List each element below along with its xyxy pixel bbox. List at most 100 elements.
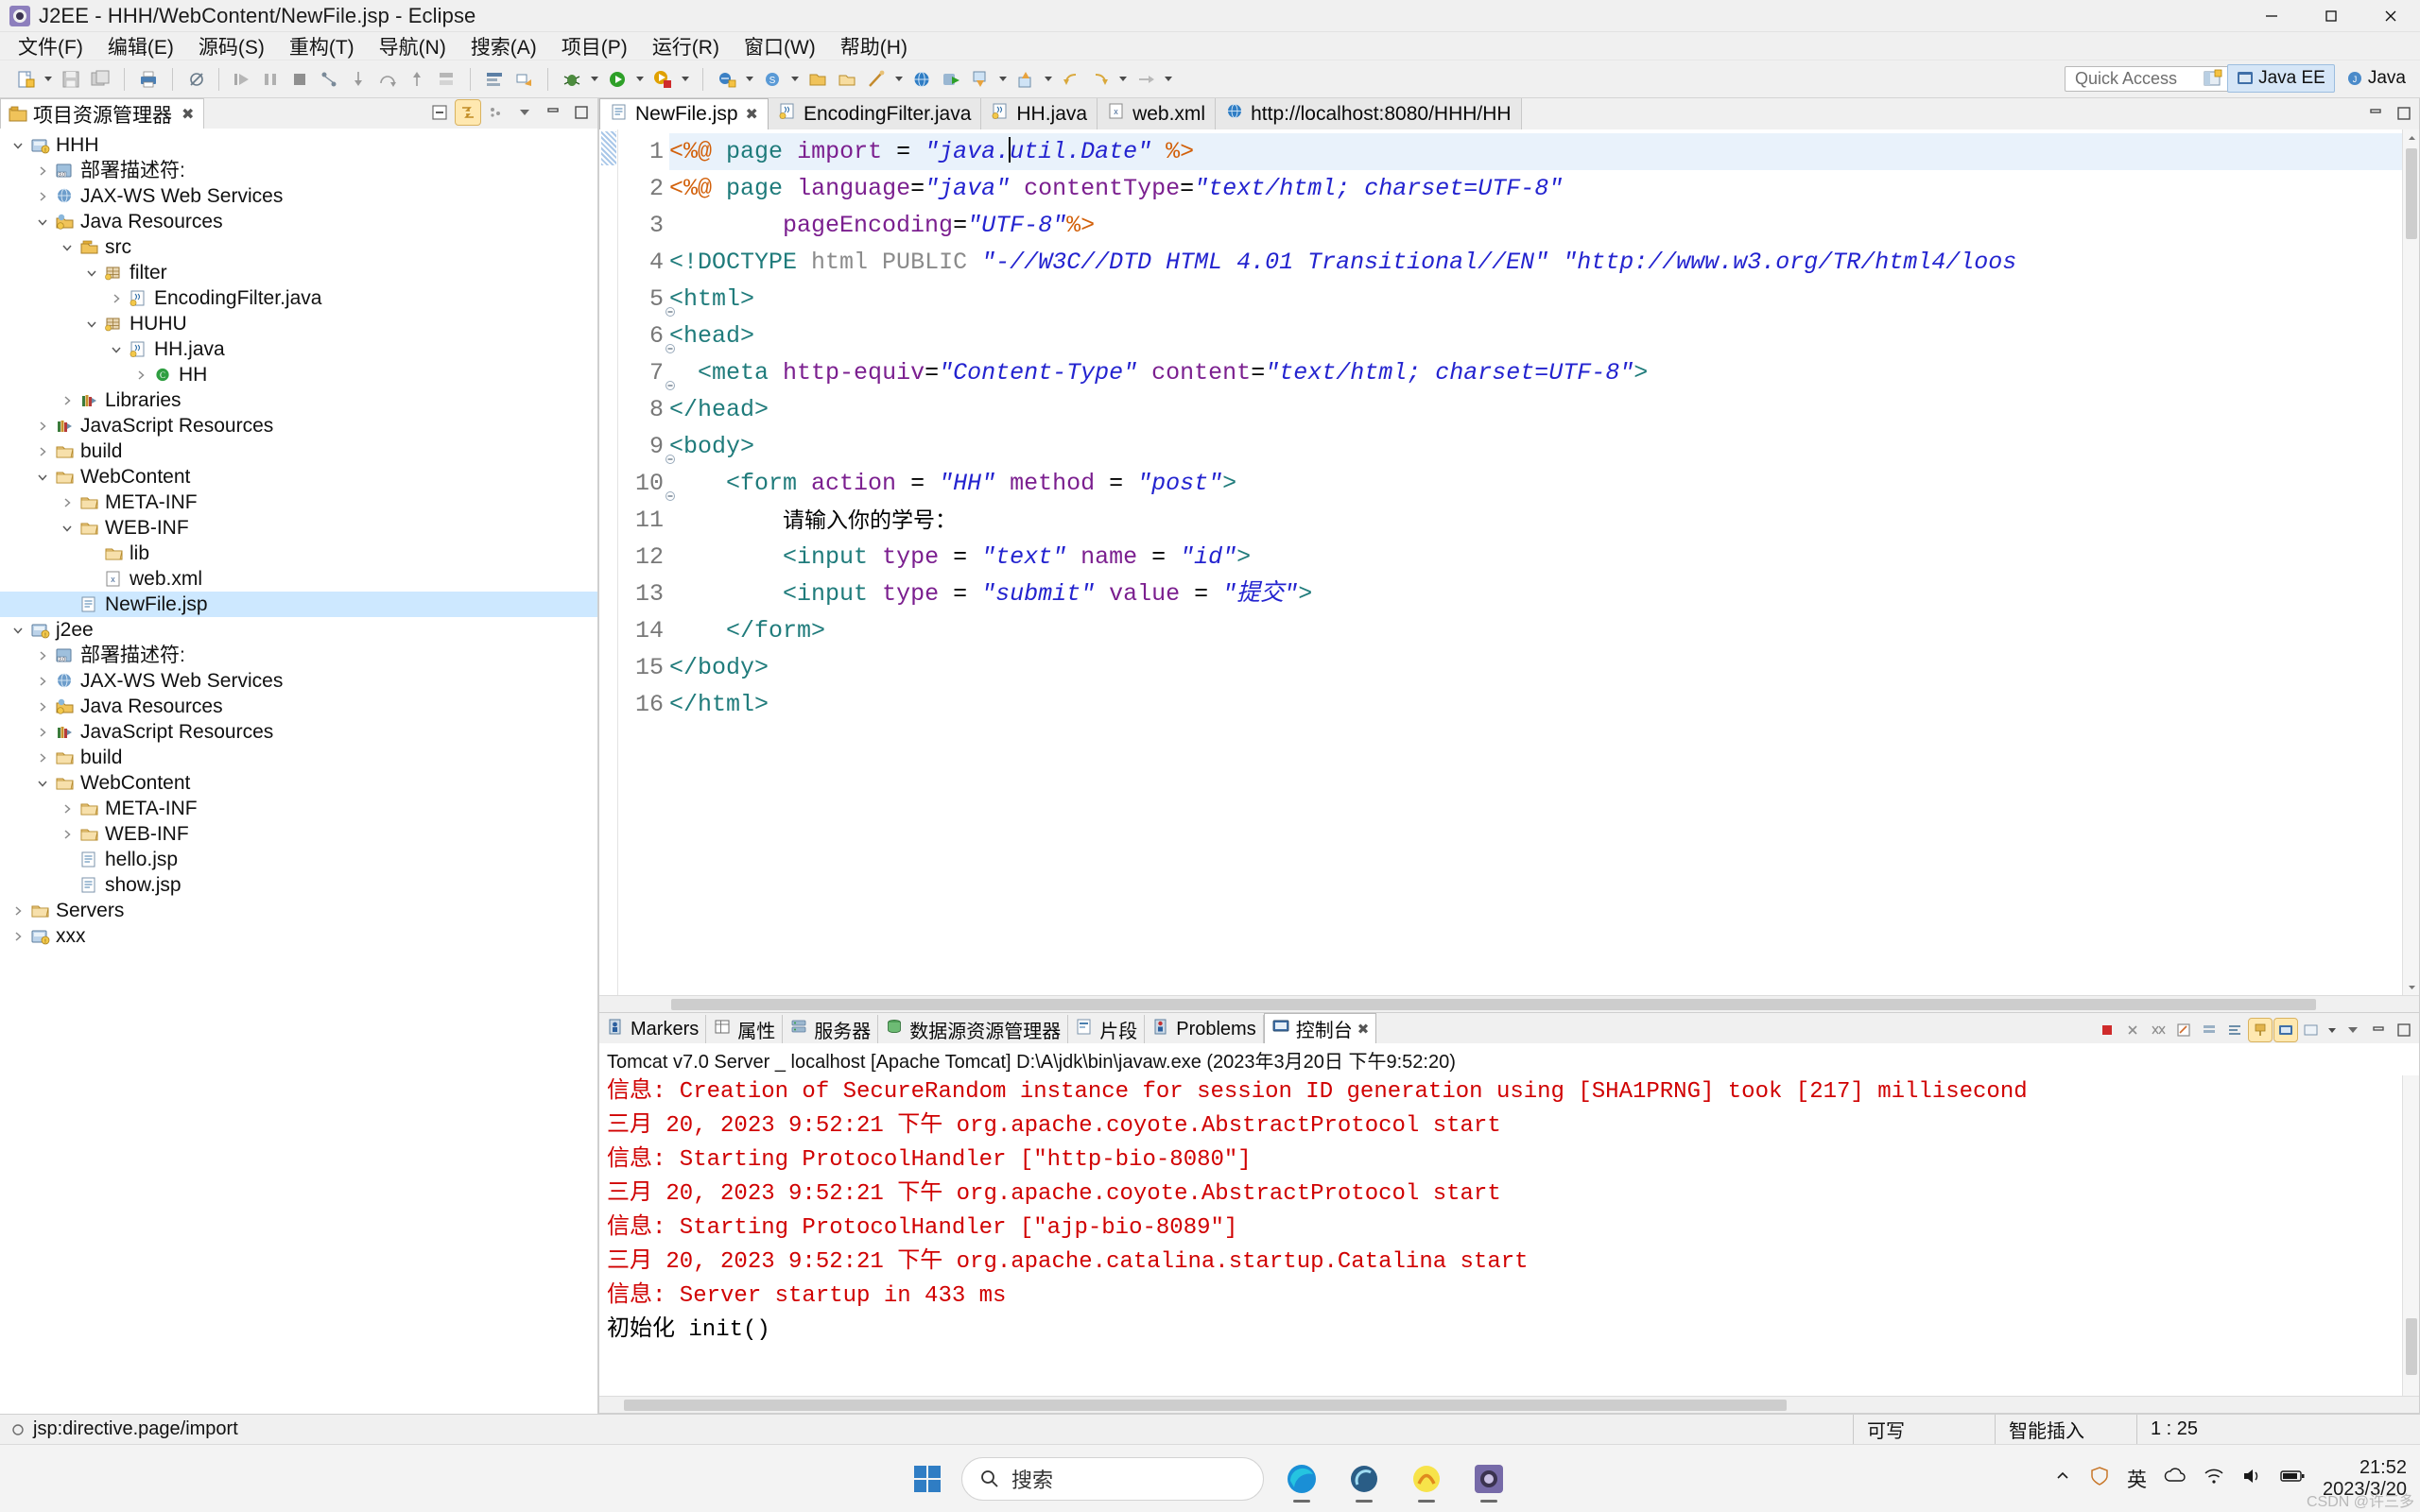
twisty-icon[interactable] bbox=[57, 237, 78, 258]
perspective-java-ee[interactable]: Java EE bbox=[2227, 64, 2335, 93]
tree-item[interactable]: Servers bbox=[0, 898, 597, 923]
editor-tab-bar[interactable]: NewFile.jsp ✖ EncodingFilter.java HH.java x w… bbox=[599, 98, 2419, 129]
code-line[interactable]: <%@ page import = "java.util.Date" %> bbox=[669, 133, 2402, 170]
perspective-java[interactable]: J Java bbox=[2338, 64, 2414, 93]
minimize-view-icon[interactable] bbox=[512, 100, 537, 125]
new-java-project-icon[interactable] bbox=[714, 66, 740, 93]
terminate-icon[interactable] bbox=[286, 66, 313, 93]
editor-tab[interactable]: x web.xml bbox=[1098, 98, 1217, 129]
editor-horizontal-scrollbar[interactable] bbox=[599, 995, 2419, 1012]
tree-item[interactable]: HH.java bbox=[0, 336, 597, 362]
clear-console-icon[interactable] bbox=[2172, 1019, 2195, 1041]
console-tab[interactable]: 服务器 bbox=[783, 1015, 879, 1043]
new-java-project-dropdown-icon[interactable] bbox=[743, 66, 756, 93]
back-dropdown-icon[interactable] bbox=[1116, 66, 1130, 93]
twisty-icon[interactable] bbox=[57, 518, 78, 539]
import-icon[interactable] bbox=[967, 66, 994, 93]
export-dropdown-icon[interactable] bbox=[1042, 66, 1055, 93]
console-tab[interactable]: Problems bbox=[1145, 1015, 1264, 1043]
tray-security-icon[interactable] bbox=[2089, 1466, 2110, 1492]
scroll-down-icon[interactable] bbox=[2403, 978, 2419, 995]
code-line[interactable]: </form> bbox=[669, 612, 2402, 649]
toggle-breadcrumb-icon[interactable] bbox=[481, 66, 508, 93]
tree-item[interactable]: WEB-INF bbox=[0, 821, 597, 847]
twisty-icon[interactable] bbox=[106, 339, 127, 360]
menu-source[interactable]: 源码(S) bbox=[186, 30, 277, 62]
search-dropdown-icon[interactable] bbox=[892, 66, 906, 93]
source-editor[interactable]: 1 2 3 4 5 6 7 8 9 10 11 12 13 14 15 16 <%@ page import … bbox=[599, 129, 2419, 995]
menu-file[interactable]: 文件(F) bbox=[6, 30, 95, 62]
no-debug-icon[interactable] bbox=[183, 66, 210, 93]
collapse-all-icon[interactable] bbox=[427, 100, 452, 125]
console-view-menu-icon[interactable] bbox=[2342, 1019, 2364, 1041]
remove-launch-icon[interactable] bbox=[2121, 1019, 2144, 1041]
minimize-button[interactable] bbox=[2241, 0, 2301, 32]
menu-run[interactable]: 运行(R) bbox=[640, 30, 732, 62]
maximize-editor-icon[interactable] bbox=[2392, 101, 2416, 126]
menu-refactor[interactable]: 重构(T) bbox=[277, 30, 367, 62]
search-icon[interactable] bbox=[863, 66, 890, 93]
new-package-icon[interactable]: S bbox=[759, 66, 786, 93]
code-line[interactable]: <!DOCTYPE html PUBLIC "-//W3C//DTD HTML … bbox=[669, 244, 2402, 281]
word-wrap-icon[interactable] bbox=[2223, 1019, 2246, 1041]
twisty-icon[interactable] bbox=[130, 365, 151, 386]
twisty-icon[interactable] bbox=[32, 416, 53, 437]
tree-item[interactable]: EncodingFilter.java bbox=[0, 285, 597, 311]
display-console-icon[interactable] bbox=[2273, 1018, 2298, 1042]
open-resource-icon[interactable] bbox=[834, 66, 860, 93]
browser-icon[interactable] bbox=[908, 66, 935, 93]
twisty-icon[interactable] bbox=[57, 390, 78, 411]
code-content[interactable]: <%@ page import = "java.util.Date" %> <%@… bbox=[669, 129, 2402, 995]
console-tab[interactable]: 属性 bbox=[706, 1015, 784, 1043]
tree-item[interactable]: build bbox=[0, 438, 597, 464]
forward-history-icon[interactable] bbox=[1087, 66, 1114, 93]
debug-dropdown-icon[interactable] bbox=[588, 66, 601, 93]
tab-project-explorer[interactable]: 项目资源管理器 ✖ bbox=[0, 98, 205, 129]
twisty-icon[interactable] bbox=[32, 773, 53, 794]
code-line[interactable]: <form action = "HH" method = "post"> bbox=[669, 465, 2402, 502]
print-icon[interactable] bbox=[135, 66, 162, 93]
debug-icon[interactable] bbox=[559, 66, 585, 93]
tree-item[interactable]: Java Resources bbox=[0, 209, 597, 234]
step-return-icon[interactable] bbox=[404, 66, 430, 93]
pin-console-icon[interactable] bbox=[2248, 1018, 2273, 1042]
tree-item[interactable]: x web.xml bbox=[0, 566, 597, 592]
tree-item[interactable]: WEB-INF bbox=[0, 515, 597, 541]
scrollbar-thumb-horizontal[interactable] bbox=[671, 999, 2316, 1010]
run-on-server-icon[interactable] bbox=[938, 66, 964, 93]
code-line[interactable]: </body> bbox=[669, 649, 2402, 686]
tree-item[interactable]: build bbox=[0, 745, 597, 770]
tree-item[interactable]: Java Resources bbox=[0, 694, 597, 719]
code-line[interactable]: </html> bbox=[669, 686, 2402, 723]
tree-item[interactable]: NewFile.jsp bbox=[0, 592, 597, 617]
close-button[interactable] bbox=[2360, 0, 2420, 32]
twisty-icon[interactable] bbox=[32, 722, 53, 743]
twisty-icon[interactable] bbox=[81, 263, 102, 284]
tree-item[interactable]: WebContent bbox=[0, 770, 597, 796]
twisty-icon[interactable] bbox=[32, 467, 53, 488]
tree-item[interactable]: ! xxx bbox=[0, 923, 597, 949]
tree-item[interactable]: JAX-WS Web Services bbox=[0, 183, 597, 209]
twisty-icon[interactable] bbox=[32, 441, 53, 462]
import-dropdown-icon[interactable] bbox=[996, 66, 1010, 93]
menu-help[interactable]: 帮助(H) bbox=[828, 30, 920, 62]
editor-tab[interactable]: EncodingFilter.java bbox=[768, 98, 982, 129]
editor-tab[interactable]: http://localhost:8080/HHH/HH bbox=[1216, 98, 1522, 129]
tray-onedrive-icon[interactable] bbox=[2164, 1466, 2187, 1492]
twisty-icon[interactable] bbox=[57, 492, 78, 513]
console-horizontal-scrollbar[interactable] bbox=[599, 1396, 2419, 1413]
disconnect-icon[interactable] bbox=[316, 66, 342, 93]
step-over-icon[interactable] bbox=[374, 66, 401, 93]
code-line[interactable]: 请输入你的学号： bbox=[669, 502, 2402, 539]
tree-item[interactable]: ! HHH bbox=[0, 132, 597, 158]
tree-item[interactable]: HUHU bbox=[0, 311, 597, 336]
tree-item[interactable]: show.jsp bbox=[0, 872, 597, 898]
menu-window[interactable]: 窗口(W) bbox=[732, 30, 828, 62]
editor-vertical-scrollbar[interactable] bbox=[2402, 129, 2419, 995]
save-all-icon[interactable] bbox=[87, 66, 113, 93]
tree-item[interactable]: META-INF bbox=[0, 490, 597, 515]
code-line[interactable]: <meta http-equiv="Content-Type" content=… bbox=[669, 354, 2402, 391]
twisty-icon[interactable] bbox=[81, 314, 102, 335]
close-icon[interactable]: ✖ bbox=[182, 105, 194, 124]
tree-item[interactable]: JAX-WS Web Services bbox=[0, 668, 597, 694]
